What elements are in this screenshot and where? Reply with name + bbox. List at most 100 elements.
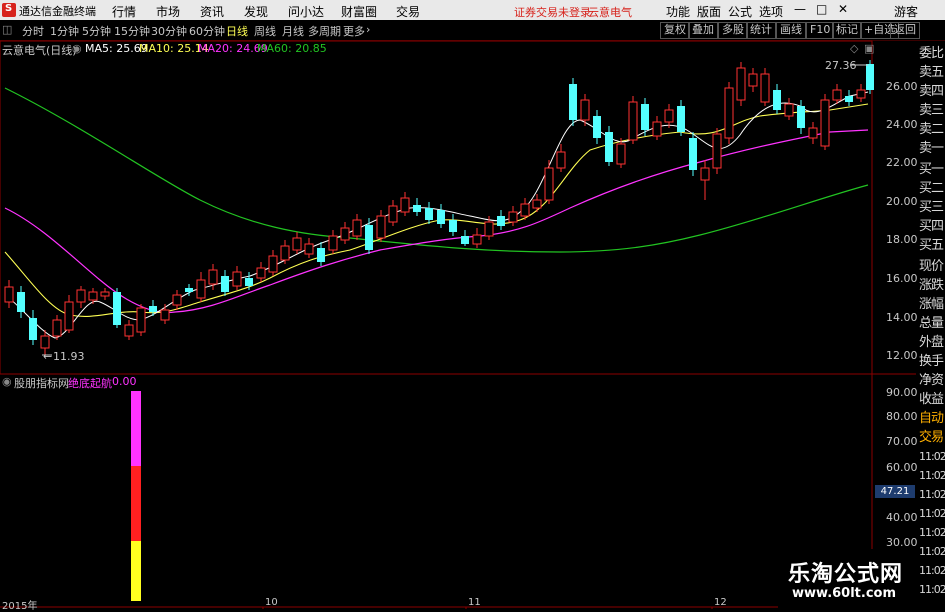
candle-body (413, 205, 421, 212)
tab-monthly[interactable]: 月线 (282, 23, 304, 39)
sub-current-value-badge: 47.21 (875, 485, 915, 498)
diamond-icon[interactable]: ◇ (850, 42, 858, 55)
menu-function[interactable]: 功能 (666, 3, 690, 20)
menu-discover[interactable]: 发现 (244, 3, 268, 20)
candle-body (88, 291, 98, 301)
ma-toggle-icon[interactable]: ◉ (72, 42, 82, 55)
top-menu-bar: 通达信金融终端 行情 市场 资讯 发现 问小达 财富圈 交易 证券交易未登录 云… (0, 0, 945, 20)
low-arrow-icon: ← (43, 350, 53, 363)
menu-formula[interactable]: 公式 (728, 3, 752, 20)
candle-body (461, 236, 469, 244)
y-tick-16: 16.00 (886, 272, 918, 285)
tab-1min[interactable]: 1分钟 (50, 23, 79, 39)
high-price-label: 27.36 (825, 59, 857, 72)
menu-market[interactable]: 市场 (156, 3, 180, 20)
candle-body (808, 127, 818, 139)
candle-body (136, 307, 146, 333)
back-button[interactable]: 返回 (890, 22, 920, 39)
panel-net-assets: 净资 (919, 373, 944, 388)
panel-bid2: 买二 (919, 181, 944, 196)
y-tick-14: 14.00 (886, 311, 918, 324)
candle-body (4, 286, 14, 303)
candle-body (76, 289, 86, 303)
candle-body (160, 309, 170, 321)
statistics-button[interactable]: 统计 (746, 22, 776, 39)
close-button[interactable]: ✕ (838, 2, 848, 16)
y-tick-24: 24.00 (886, 118, 918, 131)
panel-earnings: 收益 (919, 392, 944, 407)
candle-body (832, 89, 842, 101)
tab-5min[interactable]: 5分钟 (82, 23, 111, 39)
maximize-button[interactable]: □ (816, 2, 827, 16)
sub-y-tick-80: 80.00 (886, 410, 918, 423)
candle-body (400, 197, 410, 213)
panel-bid4: 买四 (919, 219, 944, 234)
tab-more[interactable]: 更多 (343, 23, 365, 39)
chart-menu-icon[interactable]: ▣ (864, 42, 874, 55)
y-tick-12: 12.00 (886, 349, 918, 362)
menu-wealth[interactable]: 财富圈 (341, 3, 377, 20)
candle-body (580, 99, 590, 121)
menu-layout[interactable]: 版面 (697, 3, 721, 20)
panel-volume: 总量 (919, 316, 944, 331)
x-label-nov: 11 (468, 597, 481, 608)
draw-line-button[interactable]: 画线 (776, 22, 806, 39)
user-guest[interactable]: 游客 (894, 3, 918, 20)
toolbar-toggle-icon[interactable]: ◫ (2, 23, 12, 36)
low-price-label: 11.93 (53, 350, 85, 363)
mark-button[interactable]: 标记 (832, 22, 862, 39)
candle-body (29, 318, 37, 340)
tab-intraday[interactable]: 分时 (22, 23, 44, 39)
panel-ask2: 卖二 (919, 122, 944, 137)
more-chevron-icon[interactable]: › (366, 23, 370, 36)
app-logo-icon (2, 3, 16, 17)
restore-right-button[interactable]: 复权 (660, 22, 690, 39)
trade-login-status[interactable]: 证券交易未登录 (514, 4, 591, 20)
candle-body (52, 319, 62, 337)
ma5-line (4, 91, 869, 339)
candle-body (208, 269, 218, 285)
menu-options[interactable]: 选项 (759, 3, 783, 20)
multi-stock-button[interactable]: 多股 (718, 22, 748, 39)
tab-weekly[interactable]: 周线 (254, 23, 276, 39)
tab-multi-period[interactable]: 多周期 (308, 23, 341, 39)
candle-body (196, 279, 206, 299)
sub-toggle-icon[interactable]: ◉ (2, 375, 12, 388)
menu-quotes[interactable]: 行情 (112, 3, 136, 20)
kline-chart[interactable] (0, 40, 919, 609)
candle-body (700, 167, 710, 181)
candlestick-series (4, 60, 874, 355)
menu-ask[interactable]: 问小达 (288, 3, 324, 20)
tab-15min[interactable]: 15分钟 (114, 23, 150, 39)
candle-body (748, 73, 758, 87)
candle-body (856, 89, 866, 99)
minimize-button[interactable]: — (794, 2, 806, 16)
x-label-dec: 12 (714, 597, 727, 608)
menu-trade[interactable]: 交易 (396, 3, 420, 20)
chart-title: 云意电气(日线) (2, 44, 77, 57)
tab-daily[interactable]: 日线 (226, 23, 248, 39)
panel-change: 涨跌 (919, 278, 944, 293)
tab-60min[interactable]: 60分钟 (189, 23, 225, 39)
candle-body (664, 109, 674, 123)
candle-body (185, 288, 193, 292)
panel-auto[interactable]: 自动 (919, 409, 945, 428)
overlay-button[interactable]: 叠加 (688, 22, 718, 39)
sub-y-tick-30: 30.00 (886, 536, 918, 549)
sub-y-tick-70: 70.00 (886, 435, 918, 448)
x-label-oct: 10 (265, 597, 278, 608)
menu-news[interactable]: 资讯 (200, 3, 224, 20)
panel-bid3: 买三 (919, 200, 944, 215)
f10-button[interactable]: F10 (806, 22, 835, 39)
candle-body (449, 220, 457, 232)
panel-bid5: 买五 (919, 238, 944, 253)
candle-body (352, 219, 362, 237)
candle-body (616, 143, 626, 165)
tab-30min[interactable]: 30分钟 (151, 23, 187, 39)
panel-change-pct: 涨幅 (919, 297, 944, 312)
candle-body (472, 234, 482, 245)
panel-time: 11:02 (919, 488, 945, 501)
panel-trade[interactable]: 交易 (919, 428, 945, 447)
candle-body (280, 245, 290, 261)
candle-body (866, 64, 874, 90)
